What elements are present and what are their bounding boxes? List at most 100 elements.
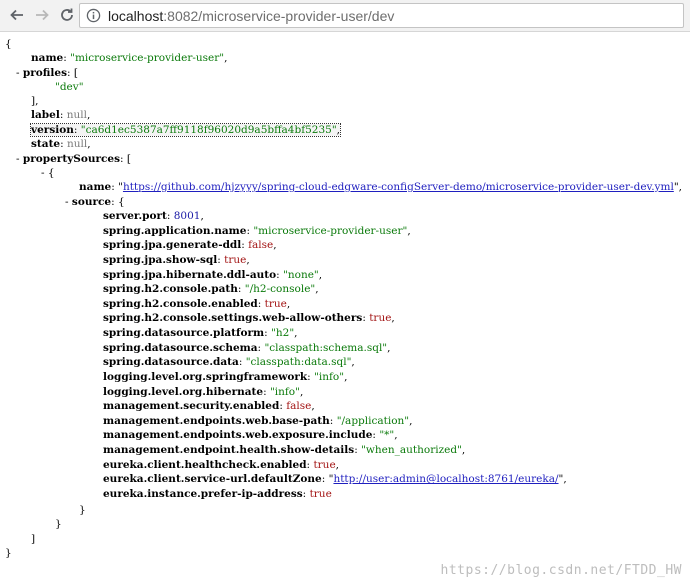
url-path: :8082/microservice-provider-user/dev [163, 8, 395, 24]
json-string-value: "microservice-provider-user" [70, 52, 225, 64]
forward-button[interactable] [31, 4, 53, 26]
reload-icon [61, 8, 73, 21]
json-row-propertySources: - propertySources: [ [16, 153, 132, 165]
url-host: localhost [108, 8, 164, 24]
json-row-source: - source: { [65, 196, 125, 208]
json-string-value: "dev" [55, 81, 84, 93]
json-string-value: "h2" [271, 327, 295, 340]
json-punct: { [117, 196, 125, 208]
json-link-value[interactable]: https://github.com/hjzyyy/spring-cloud-e… [123, 181, 674, 193]
json-row-source-entry: spring.application.name: "microservice-p… [103, 224, 411, 237]
json-key: spring.h2.console.path [103, 283, 238, 296]
root-close-brace: } [5, 547, 12, 559]
json-key: spring.jpa.hibernate.ddl-auto [103, 268, 277, 281]
json-row-source-entry: eureka.client.service-url.defaultZone: "… [103, 473, 567, 486]
json-boolean-value: false [286, 400, 312, 413]
json-key: spring.h2.console.enabled [103, 297, 258, 310]
json-row-ps-item-close: } [55, 518, 62, 530]
json-string-value: "info" [269, 385, 300, 398]
json-key: eureka.instance.prefer-ip-address [103, 487, 303, 500]
json-string-value: "none" [283, 268, 319, 281]
json-key: propertySources [22, 153, 121, 165]
watermark: https://blog.csdn.net/FTDD_HW [440, 563, 682, 578]
json-row-profiles-close: ], [31, 95, 39, 107]
arrow-left-icon [10, 9, 23, 21]
json-row-ps-close: ] [31, 533, 36, 545]
json-boolean-value: false [248, 239, 274, 252]
json-key: spring.jpa.generate-ddl [103, 239, 242, 252]
json-key: spring.application.name [103, 224, 247, 237]
json-row-ps-name: name: "https://github.com/hjzyyy/spring-… [79, 181, 682, 193]
json-row-source-entry: management.endpoint.health.show-details:… [103, 444, 466, 457]
json-row-name: name: "microservice-provider-user", [31, 52, 228, 64]
json-row-profiles: - profiles: [ [16, 67, 78, 79]
address-bar[interactable]: localhost:8082/microservice-provider-use… [79, 3, 684, 28]
json-boolean-value: true [264, 297, 287, 310]
json-row-label: label: null, [31, 109, 91, 121]
json-row-ps-item-open: - { [41, 166, 55, 180]
json-viewer: { name: "microservice-provider-user", - … [0, 32, 690, 584]
json-null-value: null [67, 138, 88, 150]
json-boolean-value: true [309, 487, 332, 500]
json-punct: [ [73, 67, 78, 79]
json-key: management.security.enabled [103, 400, 280, 413]
json-key: server.port [103, 210, 167, 222]
url-text[interactable]: localhost:8082/microservice-provider-use… [108, 7, 394, 25]
json-key: spring.datasource.schema [103, 341, 258, 354]
json-row-source-entry: spring.jpa.hibernate.ddl-auto: "none", [103, 268, 323, 281]
collapse-toggle[interactable]: - [41, 167, 45, 179]
json-key: eureka.client.service-url.defaultZone [103, 473, 322, 486]
root-open-brace: { [5, 38, 12, 50]
json-key: logging.level.org.hibernate [103, 385, 264, 398]
json-key: management.endpoint.health.show-details [103, 444, 355, 457]
collapse-toggle[interactable]: - [16, 153, 20, 165]
json-row-source-entry: management.endpoints.web.base-path: "/ap… [103, 414, 413, 427]
json-row-source-entry: management.security.enabled: false, [103, 400, 315, 413]
json-boolean-value: true [313, 458, 336, 471]
info-icon[interactable] [86, 8, 101, 23]
highlighted-selection[interactable]: version: "ca6d1ec5387a7ff9118f96020d9a5b… [30, 123, 341, 137]
browser-toolbar: localhost:8082/microservice-provider-use… [0, 0, 690, 32]
json-row-source-entry: spring.h2.console.enabled: true, [103, 297, 291, 310]
json-punct: [ [126, 153, 132, 165]
json-key: profiles [22, 67, 67, 79]
json-row-source-entry: spring.jpa.show-sql: true, [103, 253, 250, 266]
json-key: spring.h2.console.settings.web-allow-oth… [103, 312, 363, 325]
json-link-value[interactable]: http://user:admin@localhost:8761/eureka/ [333, 473, 558, 485]
json-row-source-entry: eureka.instance.prefer-ip-address: true [103, 487, 332, 500]
json-key: management.endpoints.web.base-path [103, 414, 330, 427]
json-string-value: "when_authorized" [361, 444, 462, 457]
json-row-source-entry: management.endpoints.web.exposure.includ… [103, 429, 398, 442]
json-row-source-entry: spring.datasource.platform: "h2", [103, 327, 298, 340]
back-button[interactable] [6, 4, 28, 26]
json-key: logging.level.org.springframework [103, 370, 308, 383]
json-row-source-close: } [79, 504, 86, 516]
json-row-source-entry: logging.level.org.springframework: "info… [103, 370, 348, 383]
json-string-value: "/h2-console" [244, 283, 316, 296]
json-string-value: "info" [314, 370, 345, 383]
json-row-source-entry: spring.h2.console.settings.web-allow-oth… [103, 312, 395, 325]
json-key: eureka.client.healthcheck.enabled [103, 458, 307, 471]
json-row-profiles-item: "dev" [55, 80, 84, 94]
collapse-toggle[interactable]: - [65, 196, 69, 208]
json-row-source-entry: eureka.client.healthcheck.enabled: true, [103, 458, 339, 471]
json-string-value: "classpath:data.sql" [245, 356, 352, 369]
json-key: management.endpoints.web.exposure.includ… [103, 429, 373, 442]
json-string-value: "classpath:schema.sql" [264, 341, 388, 354]
json-key: source [71, 196, 112, 208]
json-null-value: null [66, 109, 87, 121]
json-key: spring.datasource.data [103, 356, 239, 369]
collapse-toggle[interactable]: - [16, 67, 20, 79]
json-string-value: "microservice-provider-user" [253, 224, 408, 237]
json-row-source-entry: server.port: 8001, [103, 210, 204, 222]
json-key: label [31, 109, 60, 121]
json-row-version: version: "ca6d1ec5387a7ff9118f96020d9a5b… [30, 123, 341, 137]
reload-button[interactable] [56, 4, 78, 26]
json-string-value: "ca6d1ec5387a7ff9118f96020d9a5bffa4bf523… [80, 124, 337, 136]
json-boolean-value: true [224, 253, 247, 266]
json-row-state: state: null, [31, 138, 91, 150]
json-key: name [31, 52, 64, 64]
json-string-value: "*" [379, 429, 395, 442]
json-punct: { [47, 167, 55, 179]
json-key: spring.jpa.show-sql [103, 253, 218, 266]
